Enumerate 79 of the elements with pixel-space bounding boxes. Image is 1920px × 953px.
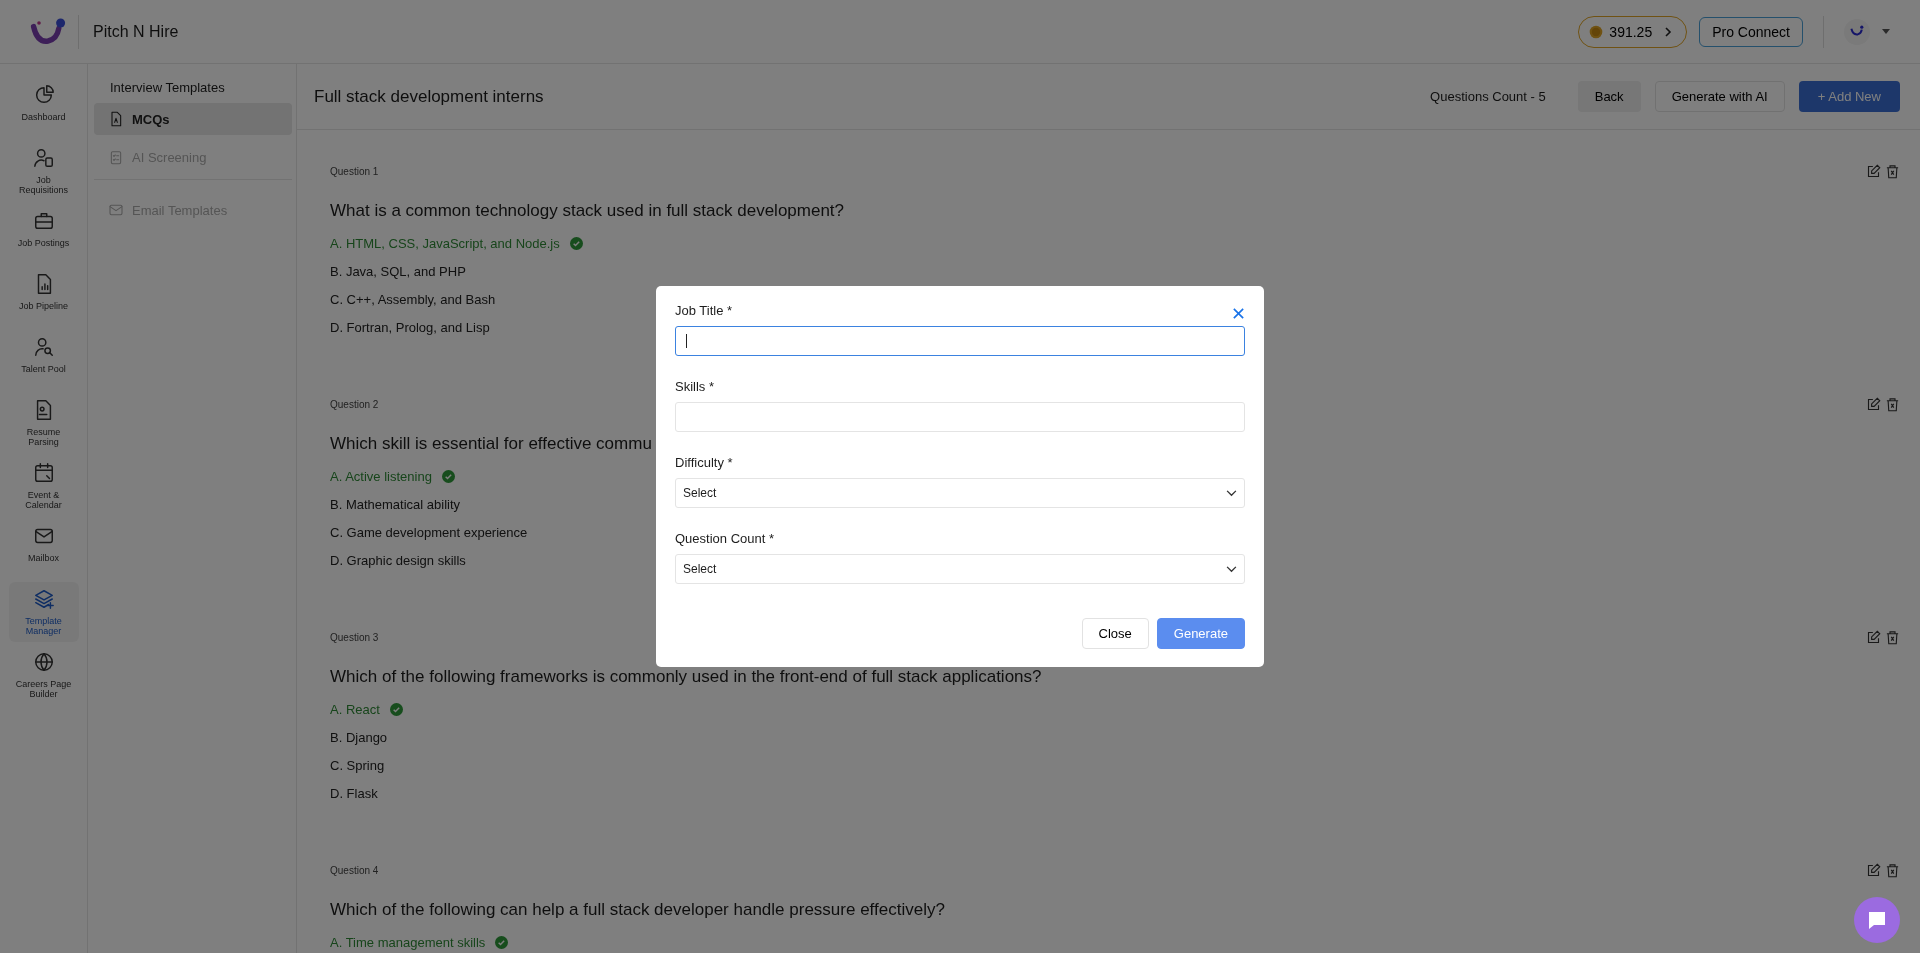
answer-option: D. Flask bbox=[330, 785, 378, 801]
app-logo bbox=[30, 16, 66, 47]
chevron-down-icon bbox=[1226, 489, 1237, 497]
question-label: Question 4 bbox=[330, 865, 379, 876]
coin-balance-button[interactable]: 391.25 bbox=[1578, 15, 1688, 48]
layers-icon bbox=[32, 588, 55, 610]
answer-option: A. Active listening bbox=[330, 468, 432, 484]
field-label: Difficulty * bbox=[675, 455, 733, 470]
input-field[interactable] bbox=[675, 326, 1245, 356]
question-text: What is a common technology stack used in full stack development? bbox=[330, 201, 845, 221]
field-label: Question Count * bbox=[675, 531, 774, 546]
nav-item[interactable]: Careers Page Builder bbox=[8, 645, 79, 705]
question-text: Which of the following can help a full stack developer handle pressure effectively? bbox=[330, 900, 945, 920]
select-dropdown[interactable]: Select bbox=[675, 554, 1245, 584]
edit-icon[interactable] bbox=[1866, 397, 1881, 412]
chat-button[interactable] bbox=[1854, 897, 1900, 943]
field-label: Skills * bbox=[675, 379, 714, 394]
answer-option: B. Django bbox=[330, 729, 388, 745]
questions-count: Questions Count - 5 bbox=[1429, 89, 1547, 104]
user-search-icon bbox=[32, 336, 55, 358]
user-document-icon bbox=[32, 147, 55, 169]
nav-item[interactable]: Event & Calendar bbox=[8, 456, 79, 516]
section-title: Interview Templates bbox=[109, 80, 226, 97]
delete-icon[interactable] bbox=[1885, 863, 1900, 878]
question-label: Question 3 bbox=[330, 632, 379, 643]
question-text: Which skill is essential for effective commu bbox=[330, 434, 652, 454]
edit-icon[interactable] bbox=[1866, 863, 1881, 878]
clipboard-icon bbox=[108, 149, 124, 165]
field-label: Job Title * bbox=[675, 303, 733, 318]
nav-item[interactable]: Mailbox bbox=[8, 519, 79, 579]
select-dropdown[interactable]: Select bbox=[675, 478, 1245, 508]
sidebar-item[interactable]: MCQs bbox=[94, 103, 292, 135]
answer-option: D. Fortran, Prolog, and Lisp bbox=[330, 319, 490, 335]
nav-item[interactable]: Template Manager bbox=[8, 582, 79, 642]
delete-icon[interactable] bbox=[1885, 164, 1900, 179]
answer-option: A. Time management skills bbox=[330, 934, 486, 950]
nav-item[interactable]: Talent Pool bbox=[8, 330, 79, 390]
check-circle-icon bbox=[495, 935, 509, 949]
nav-item[interactable]: Dashboard bbox=[8, 78, 79, 138]
avatar-button[interactable] bbox=[1844, 18, 1870, 45]
calendar-icon bbox=[32, 462, 55, 484]
question-label: Question 1 bbox=[330, 166, 379, 177]
close-icon[interactable] bbox=[1232, 307, 1245, 320]
file-icon bbox=[108, 111, 124, 127]
dialog-button[interactable]: Close bbox=[1081, 618, 1149, 649]
nav-item[interactable]: Job Requisitions bbox=[8, 141, 79, 201]
pro-connect-button[interactable]: Pro Connect bbox=[1699, 16, 1803, 47]
delete-icon[interactable] bbox=[1885, 397, 1900, 412]
coin-icon bbox=[1589, 24, 1604, 39]
question-label: Question 2 bbox=[330, 399, 379, 410]
nav-item[interactable]: Job Postings bbox=[8, 204, 79, 264]
answer-option: A. React bbox=[330, 701, 380, 717]
header-button[interactable]: Generate with AI bbox=[1654, 81, 1785, 112]
answer-option: A. HTML, CSS, JavaScript, and Node.js bbox=[330, 235, 560, 251]
caret-down-icon[interactable] bbox=[1882, 29, 1890, 34]
answer-option: C. Game development experience bbox=[330, 524, 528, 540]
answer-option: C. Spring bbox=[330, 757, 385, 773]
globe-icon bbox=[32, 651, 55, 673]
chevron-down-icon bbox=[1226, 565, 1237, 573]
answer-option: B. Java, SQL, and PHP bbox=[330, 263, 466, 279]
check-circle-icon bbox=[569, 236, 583, 250]
dialog-button[interactable]: Generate bbox=[1156, 618, 1245, 649]
edit-icon[interactable] bbox=[1866, 164, 1881, 179]
answer-option: C. C++, Assembly, and Bash bbox=[330, 291, 496, 307]
answer-option: B. Mathematical ability bbox=[330, 496, 461, 512]
mail-icon bbox=[108, 202, 124, 218]
header-button[interactable]: + Add New bbox=[1798, 81, 1900, 112]
check-circle-icon bbox=[389, 702, 403, 716]
nav-item[interactable]: Job Pipeline bbox=[8, 267, 79, 327]
edit-icon[interactable] bbox=[1866, 630, 1881, 645]
delete-icon[interactable] bbox=[1885, 630, 1900, 645]
check-circle-icon bbox=[441, 469, 455, 483]
app-name: Pitch N Hire bbox=[78, 14, 179, 49]
answer-option: D. Graphic design skills bbox=[330, 552, 466, 568]
briefcase-icon bbox=[32, 210, 55, 232]
nav-item[interactable]: Resume Parsing bbox=[8, 393, 79, 453]
question-text: Which of the following frameworks is commonly used in the front-end of full stack applications? bbox=[330, 667, 1042, 687]
header-button[interactable]: Back bbox=[1577, 81, 1641, 112]
page-title: Full stack development interns bbox=[314, 86, 544, 107]
